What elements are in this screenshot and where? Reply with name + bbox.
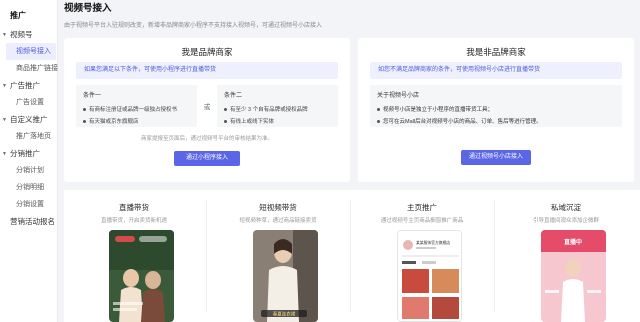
divider [206, 200, 207, 312]
card-title: 我是品牌商家 [181, 47, 233, 57]
audit-hint: 商家提报至页面后，通过视频号平台的审核结果为准。 [140, 136, 273, 142]
live-banner: 直播中 [564, 238, 582, 246]
page-description: 由于视频号平台入驻规则改变，新增非品牌商家小程序不支持接入视频号，可通过视频号小… [64, 23, 323, 29]
shop-info-item-text: 您可在云Mall后台对视频号小店的商品、订单、售后等进行管理。 [383, 119, 542, 125]
sidebar-item-product-links[interactable]: 商品推广链接 [0, 60, 58, 77]
feature-homepage-promo: 主页推广 通过视频号主页商品橱窗推广商品 某某服饰官方旗舰店 [352, 190, 492, 322]
homepage-preview-image: 某某服饰官方旗舰店 [397, 230, 462, 322]
condition-item: 有商标注册证或品牌一级独占授权书 [83, 105, 190, 113]
bullet-icon [83, 107, 86, 111]
feature-subtitle: 直播带货，开启卖货新机遇 [100, 218, 167, 224]
condition-item-text: 有商标注册证或品牌一级独占授权书 [89, 107, 178, 113]
sidebar-item-dist-plan[interactable]: 分销计划 [0, 162, 57, 179]
bullet-icon [377, 107, 380, 111]
chevron-down-icon: ▼ [2, 31, 7, 38]
sidebar-item-landing-page[interactable]: 推广落地页 [0, 128, 57, 145]
video-shop-access-button[interactable]: 通过视频号小店接入 [461, 150, 531, 165]
sidebar-group-label: 自定义推广 [10, 115, 48, 124]
live-stream-preview-image [109, 230, 174, 322]
feature-subtitle: 引导直播间观众添加企微群 [532, 218, 599, 224]
miniprogram-access-button[interactable]: 通过小程序接入 [174, 151, 240, 166]
non-brand-merchant-card: 我是非品牌商家 如您不满足品牌商家的条件，可使用视频号小店进行直播带货 关于视频… [358, 38, 634, 182]
condition-two: 条件二 有至少 3 个自有品牌或授权品牌 有线上或线下实体 [217, 85, 338, 127]
condition-one: 条件一 有商标注册证或品牌一级独占授权书 有天猫或京东旗舰店 [76, 85, 197, 127]
divider [350, 200, 351, 312]
sidebar: 推广 ▼ 视频号 视频号接入 商品推广链接 ▼ 广告推广 广告设置 ▼ 自定义推… [0, 0, 58, 322]
condition-title: 条件一 [83, 93, 102, 99]
divider [494, 200, 495, 312]
bullet-icon [224, 119, 227, 123]
sidebar-group-ads[interactable]: ▼ 广告推广 [0, 77, 57, 94]
short-video-preview-image: 春夏连衣裙 [253, 230, 318, 322]
shop-info-title: 关于视频号小店 [377, 93, 420, 99]
shop-info-item: 视频号小店是独立于小程序的直播带货工具； [377, 105, 615, 113]
condition-item-text: 有至少 3 个自有品牌或授权品牌 [230, 107, 308, 113]
chevron-down-icon: ▼ [2, 116, 7, 123]
condition-item: 有天猫或京东旗舰店 [83, 117, 190, 125]
shop-info-item-text: 视频号小店是独立于小程序的直播带货工具； [383, 107, 494, 113]
condition-item: 有至少 3 个自有品牌或授权品牌 [224, 105, 331, 113]
sidebar-item-dist-detail[interactable]: 分销明细 [0, 179, 57, 196]
shop-name: 某某服饰官方旗舰店 [416, 240, 450, 245]
card-title: 我是非品牌商家 [466, 47, 526, 57]
condition-title: 条件二 [224, 93, 243, 99]
sidebar-item-campaign-signup[interactable]: 营销活动报名 [0, 213, 57, 230]
chevron-down-icon: ▼ [2, 150, 7, 157]
feature-title: 主页推广 [407, 203, 437, 212]
feature-subtitle: 通过视频号主页商品橱窗推广商品 [380, 218, 464, 224]
condition-item: 有线上或线下实体 [224, 117, 331, 125]
sidebar-item-dist-settings[interactable]: 分销设置 [0, 196, 57, 213]
chevron-down-icon: ▼ [2, 82, 7, 89]
bullet-icon [83, 119, 86, 123]
sidebar-group-distribution[interactable]: ▼ 分销推广 [0, 145, 57, 162]
features-panel: 直播带货 直播带货，开启卖货新机遇 短视频带货 短视频种草，通过商品链接卖货 春… [64, 190, 640, 322]
bullet-icon [377, 119, 380, 123]
sidebar-group-video[interactable]: ▼ 视频号 [0, 26, 57, 43]
condition-item-text: 有天猫或京东旗舰店 [89, 119, 139, 125]
feature-short-video: 短视频带货 短视频种草，通过商品链接卖货 春夏连衣裙 [208, 190, 348, 322]
feature-title: 私域沉淀 [551, 203, 581, 212]
video-caption: 春夏连衣裙 [273, 311, 296, 318]
non-brand-tip: 如您不满足品牌商家的条件，可使用视频号小店进行直播带货 [370, 62, 622, 79]
bullet-icon [224, 107, 227, 111]
page-title: 视频号接入 [64, 3, 112, 14]
feature-title: 直播带货 [119, 203, 149, 212]
feature-subtitle: 短视频种草，通过商品链接卖货 [239, 218, 317, 224]
sidebar-group-label: 视频号 [10, 30, 33, 39]
sidebar-group-custom[interactable]: ▼ 自定义推广 [0, 111, 57, 128]
feature-private-traffic: 私域沉淀 引导直播间观众添加企微群 直播中 [496, 190, 636, 322]
sidebar-item-ad-settings[interactable]: 广告设置 [0, 94, 57, 111]
shop-info-item: 您可在云Mall后台对视频号小店的商品、订单、售后等进行管理。 [377, 117, 615, 125]
shop-info-box: 关于视频号小店 视频号小店是独立于小程序的直播带货工具； 您可在云Mall后台对… [370, 85, 622, 127]
or-label: 或 [203, 104, 211, 111]
brand-merchant-card: 我是品牌商家 如果您满足以下条件，可使用小程序进行直播带货 条件一 有商标注册证… [64, 38, 350, 182]
private-domain-preview-image: 直播中 [541, 230, 606, 322]
sidebar-group-label: 广告推广 [10, 81, 40, 90]
sidebar-item-video-access[interactable]: 视频号接入 [6, 43, 56, 60]
sidebar-header: 推广 [10, 11, 26, 20]
brand-tip: 如果您满足以下条件，可使用小程序进行直播带货 [76, 62, 338, 79]
feature-title: 短视频带货 [259, 203, 297, 212]
conditions-row: 条件一 有商标注册证或品牌一级独占授权书 有天猫或京东旗舰店 或 条件二 有至少… [76, 85, 338, 127]
sidebar-group-label: 分销推广 [10, 149, 40, 158]
condition-item-text: 有线上或线下实体 [230, 119, 275, 125]
feature-live-selling: 直播带货 直播带货，开启卖货新机遇 [64, 190, 204, 322]
